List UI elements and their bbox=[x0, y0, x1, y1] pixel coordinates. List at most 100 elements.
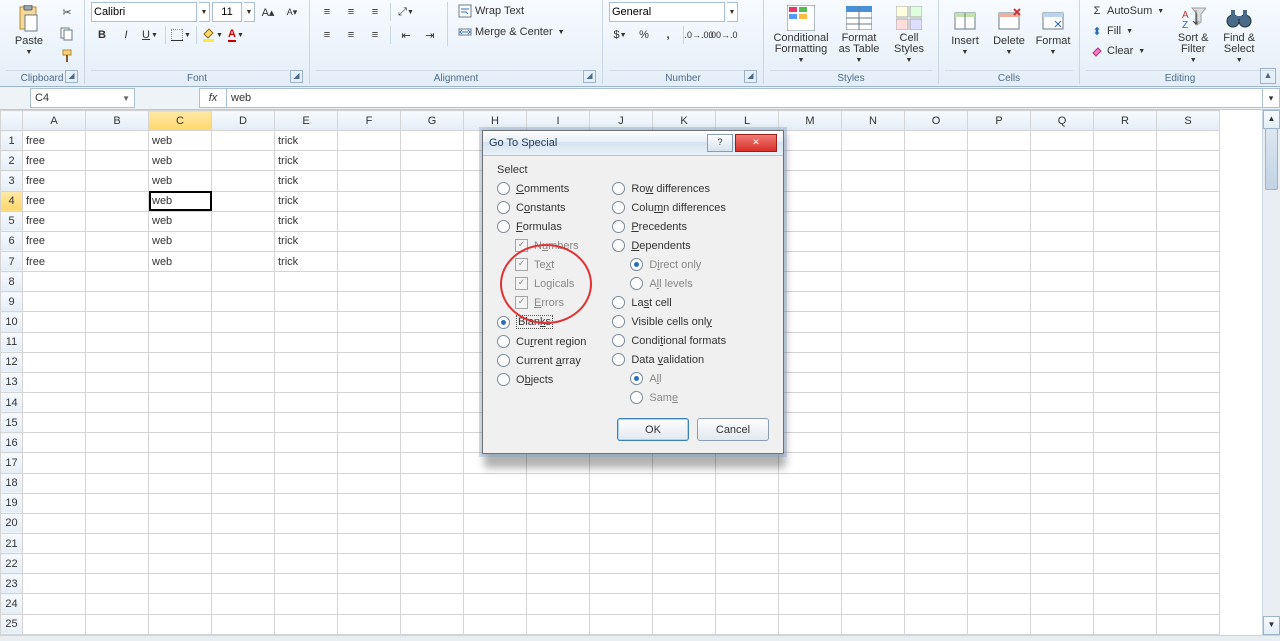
row-header[interactable]: 10 bbox=[1, 312, 23, 332]
cell[interactable] bbox=[1031, 312, 1094, 332]
merge-center-button[interactable]: Merge & Center▼ bbox=[454, 23, 569, 41]
cell[interactable] bbox=[968, 614, 1031, 634]
cell[interactable] bbox=[968, 433, 1031, 453]
autosum-button[interactable]: ΣAutoSum▼ bbox=[1086, 2, 1168, 20]
cell[interactable] bbox=[338, 191, 401, 211]
cell[interactable] bbox=[149, 352, 212, 372]
cell[interactable] bbox=[1094, 251, 1157, 271]
cell[interactable] bbox=[779, 171, 842, 191]
cell[interactable] bbox=[1157, 594, 1220, 614]
cell[interactable] bbox=[401, 151, 464, 171]
cell[interactable] bbox=[338, 513, 401, 533]
option-visible[interactable]: Visible cells only bbox=[612, 315, 726, 328]
cell[interactable] bbox=[86, 372, 149, 392]
cell[interactable]: trick bbox=[275, 171, 338, 191]
cell[interactable] bbox=[149, 433, 212, 453]
cell[interactable] bbox=[86, 433, 149, 453]
cell[interactable] bbox=[968, 372, 1031, 392]
cell[interactable] bbox=[338, 392, 401, 412]
cell[interactable]: web bbox=[149, 131, 212, 151]
cell[interactable] bbox=[779, 151, 842, 171]
cell[interactable] bbox=[275, 272, 338, 292]
cell[interactable] bbox=[275, 513, 338, 533]
cell[interactable] bbox=[590, 533, 653, 553]
cell[interactable] bbox=[149, 392, 212, 412]
cell[interactable]: free bbox=[23, 131, 86, 151]
cell[interactable] bbox=[905, 453, 968, 473]
cell[interactable] bbox=[842, 251, 905, 271]
cell[interactable] bbox=[338, 594, 401, 614]
cell[interactable] bbox=[905, 554, 968, 574]
row-header[interactable]: 11 bbox=[1, 332, 23, 352]
row-header[interactable]: 23 bbox=[1, 574, 23, 594]
align-left-button[interactable]: ≡ bbox=[316, 25, 338, 45]
cell[interactable]: web bbox=[149, 171, 212, 191]
option-current_array[interactable]: Current array bbox=[497, 354, 586, 367]
option-cond_fmt[interactable]: Conditional formats bbox=[612, 334, 726, 347]
cell[interactable] bbox=[1094, 594, 1157, 614]
cell[interactable] bbox=[653, 554, 716, 574]
cell[interactable] bbox=[842, 372, 905, 392]
cell[interactable] bbox=[1157, 513, 1220, 533]
cell[interactable] bbox=[590, 594, 653, 614]
row-header[interactable]: 3 bbox=[1, 171, 23, 191]
cell[interactable] bbox=[527, 533, 590, 553]
cell[interactable] bbox=[779, 554, 842, 574]
cell[interactable] bbox=[212, 171, 275, 191]
cell[interactable] bbox=[464, 513, 527, 533]
cell[interactable] bbox=[842, 574, 905, 594]
cell[interactable] bbox=[23, 312, 86, 332]
cell[interactable] bbox=[905, 574, 968, 594]
cell[interactable] bbox=[968, 151, 1031, 171]
column-header[interactable]: O bbox=[905, 111, 968, 131]
cell[interactable] bbox=[86, 473, 149, 493]
cell[interactable] bbox=[464, 473, 527, 493]
cell[interactable] bbox=[86, 554, 149, 574]
cell[interactable] bbox=[779, 251, 842, 271]
cell[interactable] bbox=[338, 352, 401, 372]
cell[interactable] bbox=[1157, 392, 1220, 412]
cell[interactable] bbox=[905, 614, 968, 634]
cell[interactable] bbox=[1031, 332, 1094, 352]
row-header[interactable]: 5 bbox=[1, 211, 23, 231]
underline-button[interactable]: U▼ bbox=[139, 25, 161, 45]
cell[interactable] bbox=[275, 594, 338, 614]
cell[interactable] bbox=[905, 231, 968, 251]
cell[interactable] bbox=[1094, 171, 1157, 191]
cell[interactable] bbox=[338, 433, 401, 453]
cell[interactable] bbox=[338, 171, 401, 191]
cell[interactable] bbox=[212, 151, 275, 171]
cell[interactable] bbox=[653, 533, 716, 553]
cell[interactable] bbox=[1094, 372, 1157, 392]
cell[interactable] bbox=[23, 372, 86, 392]
cell[interactable] bbox=[779, 191, 842, 211]
cell[interactable] bbox=[779, 392, 842, 412]
cell[interactable] bbox=[86, 413, 149, 433]
cell[interactable] bbox=[1157, 433, 1220, 453]
cell[interactable] bbox=[1031, 614, 1094, 634]
cell[interactable] bbox=[149, 493, 212, 513]
cell[interactable] bbox=[716, 554, 779, 574]
cell[interactable] bbox=[968, 493, 1031, 513]
cell[interactable] bbox=[716, 493, 779, 513]
cell[interactable] bbox=[1031, 292, 1094, 312]
font-color-button[interactable]: A▼ bbox=[225, 25, 247, 45]
cell[interactable] bbox=[779, 513, 842, 533]
row-header[interactable]: 1 bbox=[1, 131, 23, 151]
cell[interactable] bbox=[86, 352, 149, 372]
cell[interactable] bbox=[1031, 554, 1094, 574]
cell[interactable] bbox=[1157, 533, 1220, 553]
cell[interactable] bbox=[275, 554, 338, 574]
cell[interactable] bbox=[401, 171, 464, 191]
clear-button[interactable]: Clear▼ bbox=[1086, 42, 1168, 60]
cell[interactable] bbox=[527, 554, 590, 574]
alignment-dialog-launcher[interactable]: ◢ bbox=[583, 70, 596, 83]
cell[interactable] bbox=[1157, 413, 1220, 433]
cell[interactable] bbox=[149, 513, 212, 533]
select-all-corner[interactable] bbox=[1, 111, 23, 131]
cell[interactable] bbox=[275, 392, 338, 412]
cell[interactable] bbox=[842, 292, 905, 312]
cell[interactable] bbox=[23, 513, 86, 533]
cell[interactable] bbox=[590, 513, 653, 533]
cell[interactable] bbox=[212, 413, 275, 433]
